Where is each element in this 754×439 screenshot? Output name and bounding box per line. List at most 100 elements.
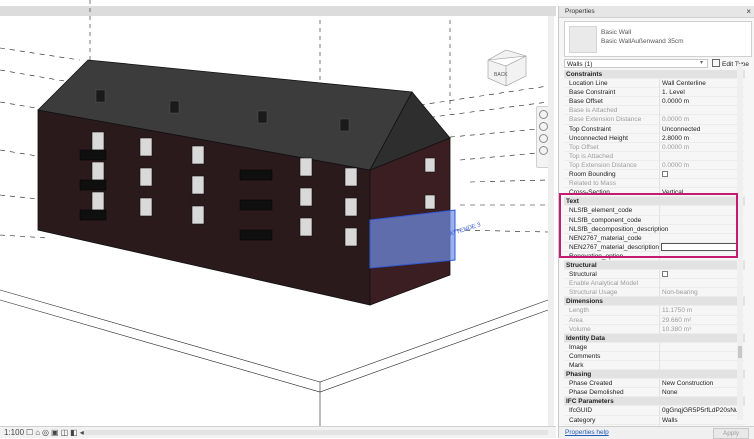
apply-button[interactable]: Apply [713,428,749,439]
property-row[interactable]: Top Constraint Unconnected [564,124,745,134]
property-name: Top Constraint [569,125,611,133]
property-value[interactable]: None [662,388,678,397]
property-group-header[interactable]: IFC Parameters⌃ [564,397,745,407]
property-row[interactable]: Category Walls [564,415,745,425]
building-model-scene[interactable]: ATTENDE 3 BACK [0,0,556,438]
property-checkbox[interactable] [662,171,668,178]
viewport-horizontal-scrollbar[interactable] [84,430,548,435]
property-row[interactable]: Mark [564,361,745,371]
column-divider [659,361,660,370]
edit-type-button[interactable]: Edit Type [712,59,750,68]
column-divider [659,79,660,89]
property-row[interactable]: Structural [564,270,745,280]
crop-view-icon[interactable]: ◫ [61,428,69,438]
property-row[interactable]: Structural Usage Non-bearing [564,288,745,298]
property-value[interactable]: Wall Centerline [662,79,706,88]
property-row[interactable]: Length 11.1750 m [564,306,745,316]
column-divider [659,315,660,325]
pan-icon[interactable] [539,134,548,143]
instance-filter-row: Walls (1) ▾ Edit Type [564,59,750,69]
property-name: Image [569,343,588,351]
shadows-icon[interactable]: ▣ [51,428,59,438]
column-divider [659,88,660,98]
viewport-vertical-scrollbar[interactable] [548,16,554,426]
property-name: Comments [569,352,601,360]
column-divider [659,124,660,134]
property-row[interactable]: Top is Attached [564,151,745,161]
property-row[interactable]: Top Extension Distance 0.0000 m [564,160,745,171]
property-name: Base Extension Distance [569,116,642,124]
show-crop-icon[interactable]: ◧ [70,428,78,438]
edit-type-label: Edit Type [722,61,749,68]
property-row[interactable]: Room Bounding [564,170,745,180]
properties-footer: Properties help Apply [559,426,754,439]
property-group-header[interactable]: Structural⌃ [564,260,745,271]
type-name: Basic WallAußenwand 35cm [601,38,684,45]
close-icon[interactable]: × [746,7,751,16]
zoom-icon[interactable] [539,122,548,131]
property-name: Area [569,316,583,324]
viewcube[interactable]: BACK [487,49,527,87]
column-divider [659,351,660,361]
property-group-header[interactable]: Constraints⌃ [564,70,745,80]
property-group-header[interactable]: Phasing⌃ [564,370,745,380]
property-value[interactable]: 0.0000 m [662,97,689,106]
property-group-name: Identity Data [566,334,606,342]
property-name: Unconnected Height [569,134,628,142]
selected-wall[interactable] [369,209,456,269]
instance-filter-dropdown[interactable]: Walls (1) [564,59,708,68]
property-row[interactable]: Unconnected Height 2.8000 m [564,133,745,143]
property-name: Phase Demolished [569,389,624,397]
property-row[interactable]: Top Offset 0.0000 m [564,142,745,152]
view-scale-label[interactable]: 1:100 [4,428,24,438]
sun-path-icon[interactable]: ◎ [42,428,49,438]
property-group-name: Constraints [566,71,603,78]
property-name: Top Offset [569,143,599,151]
steering-wheel-icon[interactable] [539,110,548,119]
visual-style-icon[interactable]: ⌂ [35,428,40,438]
property-checkbox[interactable] [662,271,668,278]
column-divider [659,97,660,107]
chevron-down-icon[interactable]: ▾ [700,59,703,66]
property-value[interactable]: New Construction [662,379,713,388]
property-group-header[interactable]: Dimensions⌃ [564,297,745,307]
orbit-icon[interactable] [539,146,548,155]
property-row[interactable]: IfcGUID 0gGnqjGR5P5rfLdP20sNuC [564,406,745,416]
property-value: 0.0000 m [662,161,690,169]
property-row[interactable]: Base Constraint 1. Level [564,88,745,98]
property-name: Location Line [569,80,608,88]
properties-scroll-thumb[interactable] [738,346,742,358]
property-value: Non-bearing [662,289,698,297]
property-row[interactable]: Area 29.660 m² [564,315,745,325]
property-row[interactable]: Base Extension Distance 0.0000 m [564,115,745,125]
property-row[interactable]: Location Line Wall Centerline [564,79,745,89]
property-group-name: Dimensions [566,298,603,306]
property-name: Category [569,416,596,424]
property-row[interactable]: Image [564,342,745,352]
detail-level-icon[interactable]: ☐ [26,428,33,438]
property-value: 0.0000 m [662,116,690,124]
viewcube-face-label: BACK [494,72,508,78]
property-group-header[interactable]: Identity Data⌃ [564,333,745,343]
property-name: Base Constraint [569,89,616,97]
3d-viewport[interactable]: ATTENDE 3 BACK 1:100 ☐ ⌂ ◎ ▣ ◫ ◧ ◂ [0,0,556,438]
property-value[interactable]: Walls [662,416,678,425]
property-row[interactable]: Volume 10.380 m³ [564,324,745,334]
property-value: 29.660 m² [662,316,692,324]
property-row[interactable]: Phase Demolished None [564,388,745,398]
type-selector[interactable]: Basic Wall Basic WallAußenwand 35cm [564,21,752,57]
column-divider [659,388,660,398]
property-group-name: Structural [566,261,597,269]
property-value[interactable]: 1. Level [662,88,685,97]
property-row[interactable]: Related to Mass [564,179,745,189]
property-row[interactable]: Base Offset 0.0000 m [564,97,745,107]
property-row[interactable]: Comments [564,351,745,361]
column-divider [659,306,660,316]
property-value[interactable]: 0gGnqjGR5P5rfLdP20sNuC [662,406,743,415]
property-row[interactable]: Enable Analytical Model [564,279,745,289]
property-value[interactable]: Unconnected [662,125,700,134]
property-row[interactable]: Phase Created New Construction [564,379,745,389]
property-value[interactable]: 2.8000 m [662,134,689,143]
properties-help-link[interactable]: Properties help [565,429,609,436]
property-row[interactable]: Base is Attached [564,106,745,116]
